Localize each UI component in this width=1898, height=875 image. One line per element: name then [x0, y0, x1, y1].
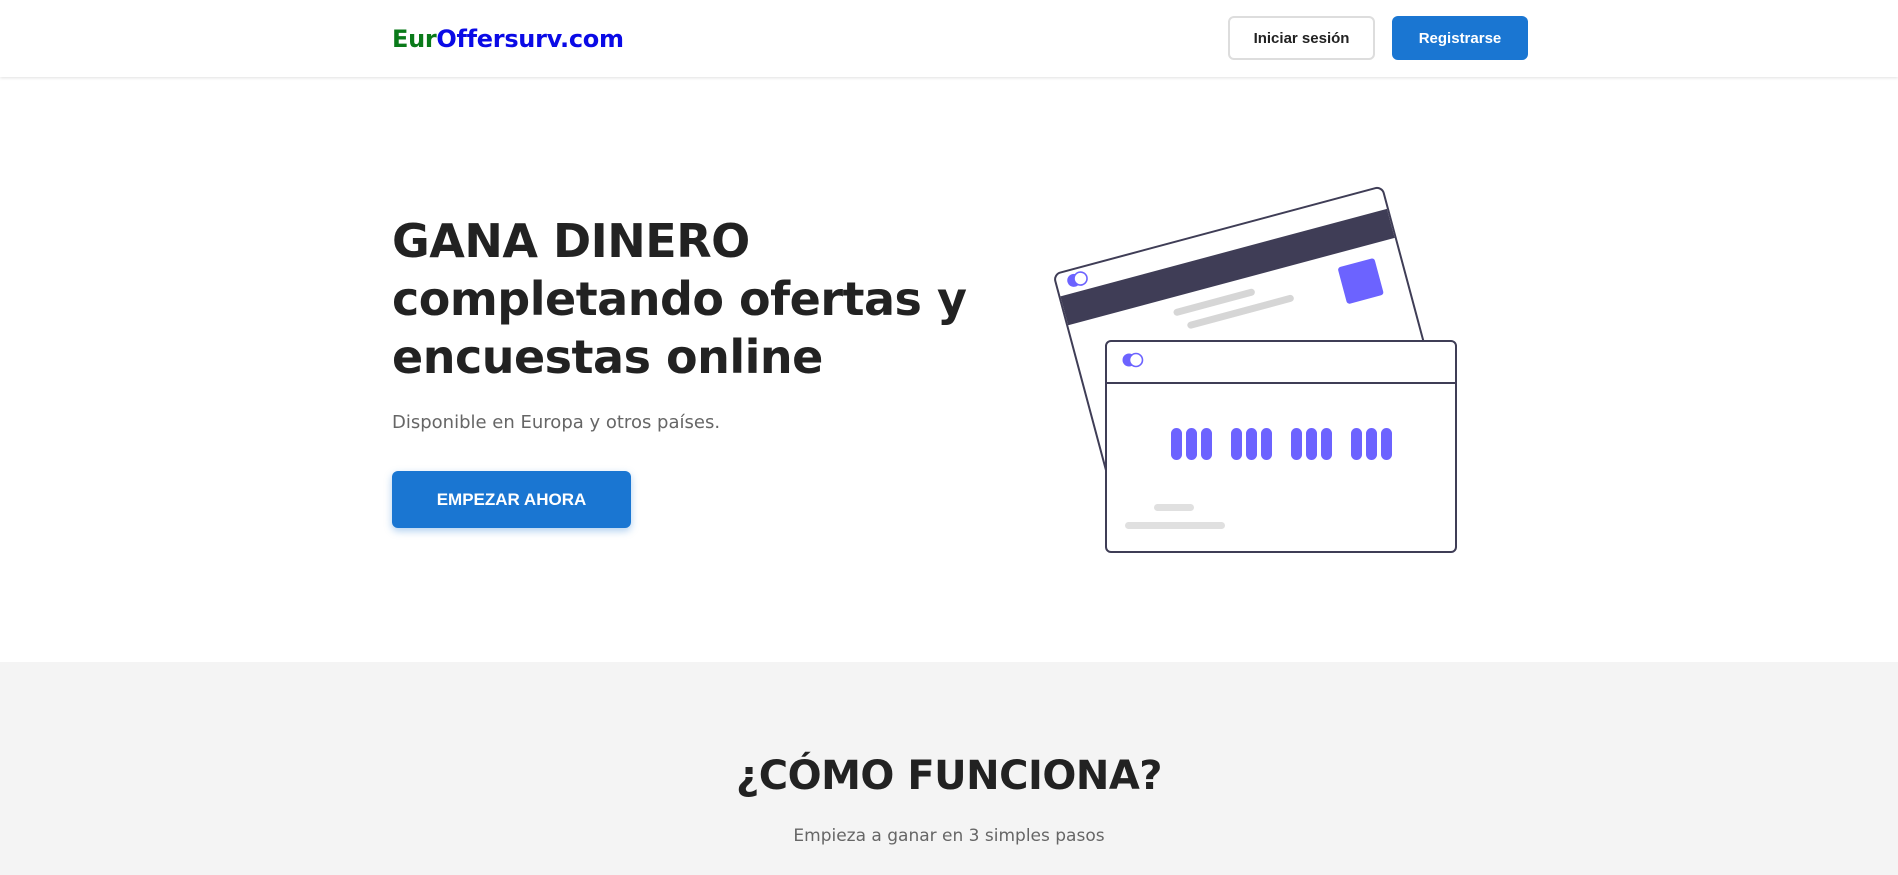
hero-title-line: encuestas online — [392, 330, 823, 384]
hero-title-line: completando ofertas y — [392, 272, 967, 326]
site-header: EurOffersurv.com Iniciar sesión Registra… — [0, 0, 1898, 77]
logo-part-green: Eur — [392, 25, 437, 53]
credit-cards-illustration — [1054, 186, 1457, 553]
site-logo[interactable]: EurOffersurv.com — [392, 23, 624, 55]
hero-title: GANA DINERO completando ofertas y encues… — [392, 212, 992, 386]
how-it-works-subtitle: Empieza a ganar en 3 simples pasos — [793, 826, 1105, 846]
how-it-works-title: ¿CÓMO FUNCIONA? — [736, 753, 1162, 799]
hero-title-line: GANA DINERO — [392, 214, 750, 268]
register-button[interactable]: Registrarse — [1392, 16, 1528, 60]
logo-part-blue: Offersurv.com — [436, 25, 624, 53]
hero-subtitle: Disponible en Europa y otros países. — [392, 412, 721, 433]
login-button[interactable]: Iniciar sesión — [1228, 16, 1375, 60]
start-now-button[interactable]: EMPEZAR AHORA — [392, 471, 631, 528]
how-it-works-section: ¿CÓMO FUNCIONA? Empieza a ganar en 3 sim… — [0, 662, 1898, 875]
front-card — [1105, 340, 1457, 553]
